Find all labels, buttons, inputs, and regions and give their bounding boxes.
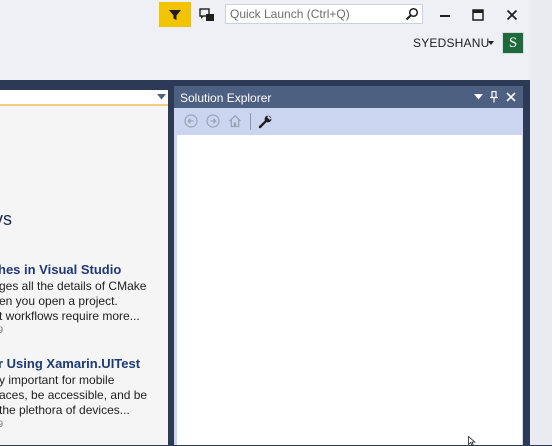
chevron-down-icon[interactable] [487,39,495,47]
solution-explorer-panel: Solution Explorer [174,86,523,445]
pin-icon [490,91,498,103]
window-frame-edge [530,0,552,445]
send-feedback-button[interactable] [197,5,217,25]
title-bar: SYEDSHANU S [0,0,530,80]
quick-launch-box[interactable] [225,4,423,24]
search-icon[interactable] [405,7,419,21]
back-icon [184,114,198,128]
solution-explorer-title-bar[interactable]: Solution Explorer [174,86,523,108]
article-summary-line: aces, be accessible, and be [0,388,148,402]
article-summary-line: en you open a project. [0,294,118,308]
forward-icon [206,114,220,128]
account-name[interactable]: SYEDSHANU [413,36,489,50]
auto-hide-button[interactable] [487,90,501,104]
wrench-icon [258,115,271,128]
article-date: 9 [0,325,4,335]
chevron-down-icon [473,94,483,100]
article-summary-line: the plethora of devices... [0,403,130,417]
document-tab-strip [0,90,168,106]
article-title-link[interactable]: r Using Xamarin.UITest [0,356,140,371]
minimize-icon [440,15,450,17]
article-title-link[interactable]: hes in Visual Studio [0,262,121,277]
home-button[interactable] [227,113,243,129]
home-icon [229,114,241,128]
chevron-down-icon[interactable] [157,94,166,100]
forward-button[interactable] [205,113,221,129]
minimize-button[interactable] [430,3,460,27]
solution-explorer-toolbar [174,108,523,134]
article-summary-line: ges all the details of CMake [0,279,147,293]
maximize-button[interactable] [463,3,493,27]
window-position-button[interactable] [471,90,485,104]
properties-button[interactable] [257,113,273,129]
close-icon [506,9,518,21]
start-page-news-panel: vs hes in Visual Studio ges all the deta… [0,106,168,445]
close-icon [506,92,516,102]
maximize-icon [472,9,484,21]
article-date: 9 [0,419,4,429]
panel-title: Solution Explorer [180,91,272,105]
feedback-icon [199,8,214,21]
article-summary-line: y important for mobile [0,373,115,387]
solution-tree-view[interactable] [177,135,522,445]
article-summary-line: t workflows require more... [0,309,140,323]
close-panel-button[interactable] [504,90,518,104]
quick-launch-input[interactable] [226,7,400,21]
funnel-icon [169,9,181,20]
avatar[interactable]: S [502,32,524,54]
back-button[interactable] [183,113,199,129]
notification-filter-button[interactable] [159,2,191,27]
toolbar-separator [250,113,251,130]
close-window-button[interactable] [497,3,527,27]
news-heading: vs [0,209,12,229]
